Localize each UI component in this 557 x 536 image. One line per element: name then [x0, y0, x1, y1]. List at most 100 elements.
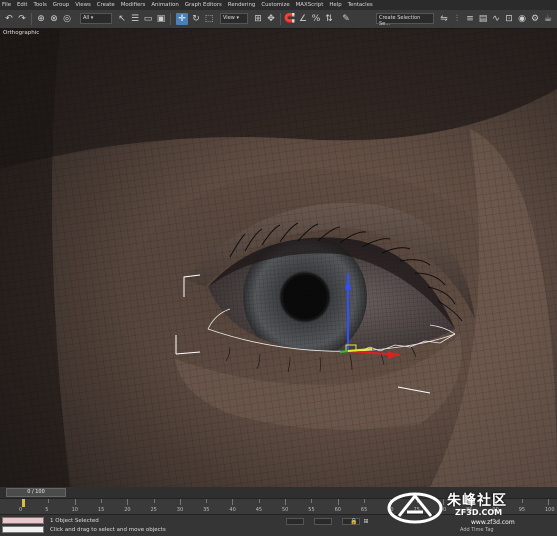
timeline-tick-label: 10: [71, 507, 78, 513]
timeline-tick-label: 55: [308, 507, 315, 513]
menu-item-tentacles[interactable]: Tentacles: [348, 2, 373, 8]
timeline-tick: [337, 499, 339, 505]
main-toolbar: ↶ ↷ ⊕ ⊗ ◎ All ▾ ↖ ☰ ▭ ▣ ✛ ↻ ⬚ View ▾ ⊞ ✥…: [0, 10, 557, 29]
menu-item-modifiers[interactable]: Modifiers: [121, 2, 146, 8]
timeline-tick: [258, 499, 260, 503]
link-icon[interactable]: ⊕: [35, 13, 47, 25]
timeline-tick: [100, 499, 102, 503]
timeline-tick-label: 45: [255, 507, 263, 513]
maxscript-output-field[interactable]: [2, 526, 44, 533]
watermark-url: ZF3D.COM: [455, 508, 503, 517]
toolbar-separator: [280, 13, 281, 25]
percent-snap-icon[interactable]: %: [310, 13, 322, 25]
timeline-tick-label: 20: [124, 507, 131, 513]
timeline-tick: [153, 499, 155, 503]
curve-editor-icon[interactable]: ∿: [490, 13, 502, 25]
timeline-tick-label: 40: [229, 507, 236, 513]
timeline-tick-label: 30: [176, 507, 184, 513]
menu-bar: File Edit Tools Group Views Create Modifiers An…: [0, 0, 557, 10]
timeline-tick-label: 5: [45, 507, 49, 513]
timeline-tick: [74, 499, 76, 505]
render-icon[interactable]: ☕: [542, 13, 554, 25]
selection-filter-value: All: [83, 15, 90, 21]
timeline-tick: [232, 499, 234, 505]
maxscript-listener-field[interactable]: [2, 517, 44, 524]
mirror-icon[interactable]: ⇋: [438, 13, 450, 25]
manipulate-icon[interactable]: ✥: [265, 13, 277, 25]
menu-item-graph-editors[interactable]: Graph Editors: [185, 2, 222, 8]
select-and-scale-icon[interactable]: ⬚: [203, 13, 215, 25]
viewport-label[interactable]: Orthographic: [3, 30, 39, 36]
menu-item-maxscript[interactable]: MAXScript: [296, 2, 324, 8]
menu-item-tools[interactable]: Tools: [33, 2, 46, 8]
menu-item-create[interactable]: Create: [97, 2, 115, 8]
material-editor-icon[interactable]: ◉: [516, 13, 528, 25]
lock-selection-icon[interactable]: 🔒: [350, 517, 358, 525]
menu-item-help[interactable]: Help: [329, 2, 341, 8]
menu-item-customize[interactable]: Customize: [261, 2, 289, 8]
frame-display: 0 / 100: [27, 489, 45, 495]
select-by-name-icon[interactable]: ☰: [129, 13, 141, 25]
key-marker: [22, 499, 25, 507]
watermark-logo: [387, 492, 443, 524]
timeline-tick-label: 65: [360, 507, 368, 513]
window-crossing-icon[interactable]: ▣: [155, 13, 167, 25]
named-selection-set-dropdown[interactable]: Create Selection Se...: [376, 13, 434, 27]
timeline-tick-label: 60: [334, 507, 341, 513]
timeline-tick: [179, 499, 181, 505]
maxscript-listener[interactable]: [0, 517, 46, 535]
selection-status: 1 Object Selected: [50, 518, 99, 524]
pivot-center-icon[interactable]: ⊞: [252, 13, 264, 25]
x-coordinate-field[interactable]: [286, 518, 304, 525]
menu-item-views[interactable]: Views: [75, 2, 91, 8]
menu-item-group[interactable]: Group: [53, 2, 69, 8]
schematic-view-icon[interactable]: ⊡: [503, 13, 515, 25]
redo-icon[interactable]: ↷: [16, 13, 28, 25]
edit-named-selection-icon[interactable]: ✎: [340, 13, 352, 25]
selection-filter-dropdown[interactable]: All ▾: [80, 13, 112, 24]
absolute-mode-icon[interactable]: ⊞: [362, 517, 370, 525]
unlink-icon[interactable]: ⊗: [48, 13, 60, 25]
time-slider[interactable]: 0 / 100: [6, 488, 66, 497]
timeline-tick: [285, 499, 286, 505]
timeline-tick: [206, 499, 208, 503]
reference-coordinate-dropdown[interactable]: View ▾: [220, 13, 248, 24]
watermark-url-small: www.zf3d.com: [471, 519, 515, 526]
watermark: 朱峰社区 ZF3D.COM www.zf3d.com: [385, 488, 553, 532]
timeline-tick-label: 25: [150, 507, 157, 513]
named-selection-value: Create Selection Se...: [379, 15, 421, 27]
reference-coordinate-value: View: [223, 15, 235, 21]
bind-space-warp-icon[interactable]: ◎: [61, 13, 73, 25]
undo-icon[interactable]: ↶: [3, 13, 15, 25]
timeline-tick: [311, 499, 313, 503]
graphite-ribbon-icon[interactable]: ▤: [477, 13, 489, 25]
viewport-orthographic[interactable]: [0, 29, 557, 487]
layer-manager-icon[interactable]: ≡: [464, 13, 476, 25]
timeline-tick: [363, 499, 365, 503]
watermark-title: 朱峰社区: [447, 493, 507, 509]
timeline-tick-label: 15: [97, 507, 105, 513]
timeline-tick-label: 35: [203, 507, 210, 513]
y-coordinate-field[interactable]: [314, 518, 332, 525]
select-object-icon[interactable]: ↖: [116, 13, 128, 25]
toolbar-separator: [170, 13, 171, 25]
menu-item-rendering[interactable]: Rendering: [228, 2, 256, 8]
prompt-line: Click and drag to select and move object…: [50, 527, 166, 533]
select-and-rotate-icon[interactable]: ↻: [190, 13, 202, 25]
angle-snap-icon[interactable]: ∠: [297, 13, 309, 25]
timeline-tick: [127, 499, 129, 505]
timeline-tick: [48, 499, 50, 503]
select-and-move-icon[interactable]: ✛: [176, 13, 188, 25]
menu-item-edit[interactable]: Edit: [17, 2, 27, 8]
menu-item-file[interactable]: File: [2, 2, 11, 8]
eye-wireframe-render: [0, 29, 557, 487]
timeline-tick-label: 0: [19, 507, 23, 513]
spinner-snap-icon[interactable]: ⇅: [323, 13, 335, 25]
snap-toggle-icon[interactable]: 🧲: [284, 13, 296, 25]
timeline-tick-label: 50: [282, 507, 289, 513]
align-icon[interactable]: ⫶: [451, 13, 463, 25]
render-setup-icon[interactable]: ⚙: [529, 13, 541, 25]
toolbar-separator: [31, 13, 32, 25]
rectangular-selection-icon[interactable]: ▭: [142, 13, 154, 25]
menu-item-animation[interactable]: Animation: [151, 2, 178, 8]
